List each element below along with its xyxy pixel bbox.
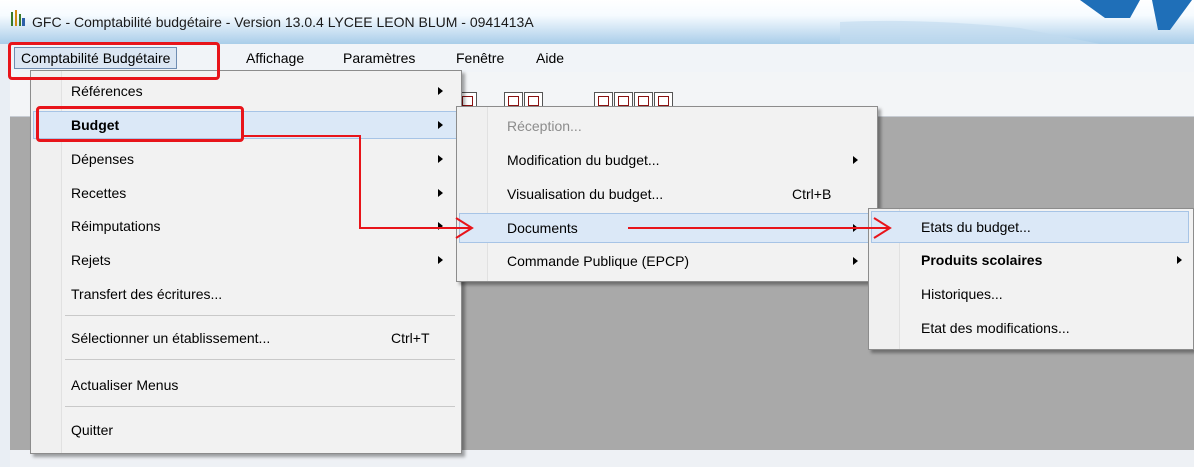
submenu-arrow-icon xyxy=(1177,256,1182,264)
submenu-arrow-icon xyxy=(438,222,443,230)
menu-item-label: Rejets xyxy=(71,252,111,268)
menu-item-label: Documents xyxy=(507,220,578,236)
submenu-arrow-icon xyxy=(853,257,858,265)
menu-aide[interactable]: Aide xyxy=(536,50,564,66)
window-title: GFC - Comptabilité budgétaire - Version … xyxy=(32,14,534,30)
documents-submenu: Etats du budget... Produits scolaires Hi… xyxy=(868,208,1194,350)
menu-item-label: Sélectionner un établissement... xyxy=(71,330,271,346)
menu-item-budget[interactable]: Budget xyxy=(33,111,457,139)
menu-item-label: Réimputations xyxy=(71,218,161,234)
menu-item-label: Modification du budget... xyxy=(507,152,660,168)
window-left-border xyxy=(0,44,10,467)
menu-item-label: Visualisation du budget... xyxy=(507,186,664,202)
menu-separator xyxy=(65,359,455,360)
menu-item-quitter[interactable]: Quitter xyxy=(33,416,457,444)
menu-item-label: Transfert des écritures... xyxy=(71,286,223,302)
menu-item-label: Historiques... xyxy=(921,286,1003,302)
menu-fenetre[interactable]: Fenêtre xyxy=(456,50,504,66)
submenu-arrow-icon xyxy=(438,155,443,163)
submenu-arrow-icon xyxy=(438,121,443,129)
title-bar: GFC - Comptabilité budgétaire - Version … xyxy=(0,0,1194,44)
submenu-arrow-icon xyxy=(853,156,858,164)
menu-item-selectionner-etablissement[interactable]: Sélectionner un établissement... Ctrl+T xyxy=(33,324,457,352)
budget-submenu: Réception... Modification du budget... V… xyxy=(456,106,878,282)
submenu-arrow-icon xyxy=(438,87,443,95)
menu-shortcut: Ctrl+T xyxy=(391,330,430,346)
menu-item-documents[interactable]: Documents xyxy=(459,213,873,243)
menu-item-reimputations[interactable]: Réimputations xyxy=(33,212,457,240)
menu-item-rejets[interactable]: Rejets xyxy=(33,246,457,274)
menu-item-label: Commande Publique (EPCP) xyxy=(507,253,690,269)
menu-item-label: Budget xyxy=(71,117,120,133)
menu-item-etats-budget[interactable]: Etats du budget... xyxy=(871,211,1189,243)
menu-item-label: Quitter xyxy=(71,422,114,438)
menu-parametres[interactable]: Paramètres xyxy=(343,50,415,66)
menu-item-transfert-ecritures[interactable]: Transfert des écritures... xyxy=(33,280,457,308)
menu-separator xyxy=(65,315,455,316)
menu-item-visualisation-budget[interactable]: Visualisation du budget... Ctrl+B xyxy=(459,180,873,208)
menu-item-label: Actualiser Menus xyxy=(71,377,179,393)
menu-item-reception: Réception... xyxy=(459,112,873,140)
menu-separator xyxy=(65,406,455,407)
submenu-arrow-icon xyxy=(438,189,443,197)
menu-item-label: Produits scolaires xyxy=(921,252,1043,268)
menu-item-produits-scolaires[interactable]: Produits scolaires xyxy=(871,246,1189,274)
submenu-arrow-icon xyxy=(853,224,858,232)
menu-comptabilite-budgetaire[interactable]: Comptabilité Budgétaire xyxy=(14,47,178,69)
menu-item-modification-budget[interactable]: Modification du budget... xyxy=(459,146,873,174)
title-decoration xyxy=(840,0,1192,44)
menu-item-label: Réception... xyxy=(507,118,582,134)
menu-item-etat-modifications[interactable]: Etat des modifications... xyxy=(871,314,1189,342)
menu-item-historiques[interactable]: Historiques... xyxy=(871,280,1189,308)
menu-bar: Comptabilité Budgétaire Affichage Paramè… xyxy=(10,44,1194,73)
menu-item-actualiser-menus[interactable]: Actualiser Menus xyxy=(33,371,457,399)
menu-item-commande-publique[interactable]: Commande Publique (EPCP) xyxy=(459,247,873,275)
gfc-app-icon xyxy=(11,10,25,26)
menu-item-depenses[interactable]: Dépenses xyxy=(33,145,457,173)
menu-item-label: Etats du budget... xyxy=(921,219,1031,235)
menu-item-label: Recettes xyxy=(71,185,127,201)
menu-affichage[interactable]: Affichage xyxy=(246,50,304,66)
menu-shortcut: Ctrl+B xyxy=(792,186,832,202)
menu-item-recettes[interactable]: Recettes xyxy=(33,179,457,207)
submenu-arrow-icon xyxy=(438,256,443,264)
menu-item-label: Etat des modifications... xyxy=(921,320,1070,336)
menu-item-label: Références xyxy=(71,83,143,99)
comptabilite-menu: Références Budget Dépenses Recettes Réim… xyxy=(30,70,462,454)
menu-item-references[interactable]: Références xyxy=(33,77,457,105)
menu-item-label: Dépenses xyxy=(71,151,135,167)
